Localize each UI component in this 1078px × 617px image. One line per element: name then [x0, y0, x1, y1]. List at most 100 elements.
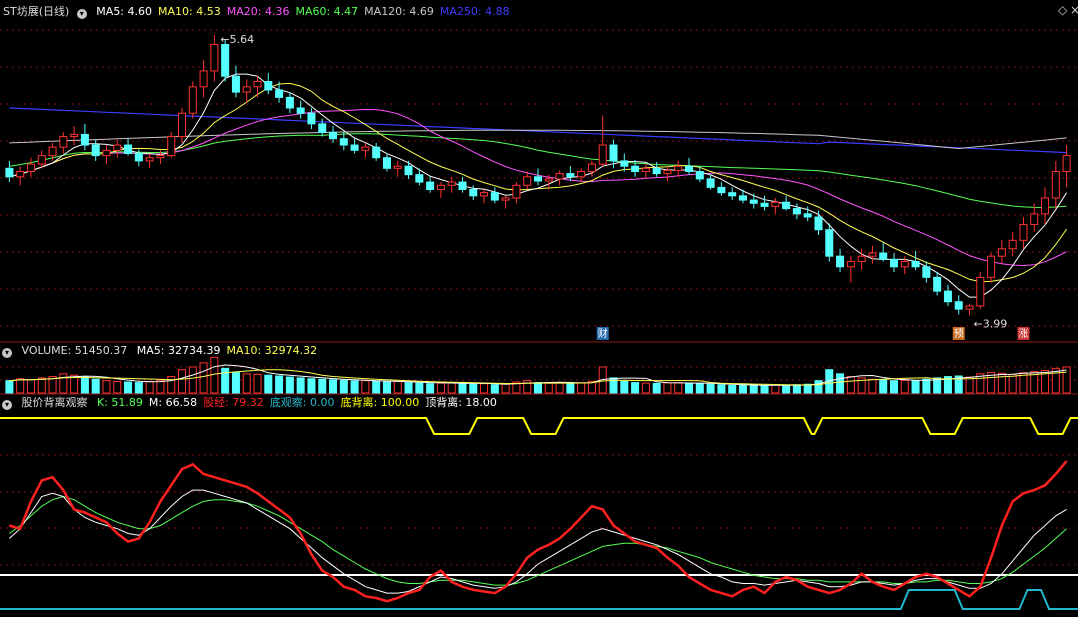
volume-bar — [134, 382, 143, 394]
candle-body — [555, 173, 564, 180]
volume-bar — [350, 380, 359, 394]
volume-bar — [577, 382, 586, 394]
candle-body — [685, 165, 694, 172]
volume-bar — [37, 377, 46, 394]
candle-body — [48, 146, 57, 157]
candle-body — [91, 144, 100, 157]
volume-bar — [846, 376, 855, 394]
candle-body — [5, 167, 14, 178]
stock-trend-line — [9, 460, 1068, 603]
candle-body — [404, 165, 413, 176]
high-price-label: ←5.64 — [220, 33, 254, 46]
candle-body — [188, 86, 197, 114]
volume-bar — [900, 379, 909, 394]
collapse-toggle-icon[interactable]: ▾ — [76, 9, 87, 19]
volume-bar — [965, 376, 974, 394]
ma20-line — [9, 108, 1067, 267]
volume-bar — [16, 378, 25, 394]
ind-legend-item: 底观察: 0.00 — [269, 396, 335, 409]
candle-body — [631, 165, 640, 172]
candle-body — [598, 144, 607, 165]
candle-body — [307, 112, 316, 125]
candle-body — [922, 266, 931, 278]
candle-body — [976, 276, 985, 307]
collapse-toggle-icon[interactable]: ▾ — [2, 400, 12, 410]
candle-body — [1030, 213, 1039, 225]
price-legend-item: MA60: 4.47 — [295, 5, 359, 18]
candle-body — [706, 178, 715, 188]
candle-body — [329, 131, 338, 140]
volume-bar — [458, 382, 467, 394]
candle-body — [857, 255, 866, 262]
volume-bar — [26, 379, 35, 394]
volume-bar — [59, 373, 68, 394]
candle-body — [285, 96, 294, 109]
price-legend-item: MA10: 4.53 — [158, 5, 221, 18]
close-icon[interactable]: × — [1070, 3, 1078, 17]
candle-body — [415, 174, 424, 183]
event-marker-label: 预 — [954, 328, 964, 340]
stock-chart[interactable]: ←5.64 ←3.99 财 预 涨 — [0, 0, 1078, 617]
candle-body — [231, 75, 240, 93]
stock-title: ST坊展(日线) — [3, 5, 70, 18]
candle-body — [242, 86, 251, 93]
candle-body — [361, 146, 370, 151]
candle-body — [814, 216, 823, 231]
candle-body — [900, 260, 909, 268]
ind-legend-item: K: 51.89 — [97, 396, 143, 409]
price-legend-item: MA250: 4.88 — [439, 5, 510, 18]
candle-body — [533, 176, 543, 182]
volume-bar — [836, 373, 845, 394]
diamond-icon[interactable]: ◇ — [1058, 3, 1067, 17]
ind-legend-item: 顶背离: 18.00 — [425, 396, 497, 409]
candle-body — [728, 192, 737, 197]
candle-body — [523, 176, 532, 186]
candle-body — [825, 229, 834, 257]
indicator-legend: ▾ 股价背离观察 K: 51.89 M: 66.58 股经: 79.32 底观察: 0… — [0, 396, 509, 410]
candle-body — [803, 213, 812, 218]
candle-body — [447, 181, 456, 186]
vol-legend-item: MA10: 32974.32 — [226, 344, 318, 357]
volume-bar — [663, 382, 672, 394]
volume-bar — [771, 384, 780, 394]
volume-bar — [814, 380, 823, 394]
candle-body — [879, 252, 888, 260]
collapse-toggle-icon[interactable]: ▾ — [2, 348, 12, 358]
candle-body — [436, 184, 445, 190]
volume-bar — [307, 378, 316, 394]
candle-body — [695, 171, 704, 180]
volume-bar — [415, 382, 424, 394]
volume-bar — [760, 385, 769, 394]
volume-bar — [469, 383, 478, 394]
volume-bar — [361, 380, 370, 394]
bottom-watch-line — [0, 589, 1078, 610]
volume-bar — [372, 380, 381, 394]
volume-bar — [480, 383, 489, 394]
candle-body — [339, 138, 348, 146]
volume-bar — [447, 382, 456, 394]
candle-body — [577, 171, 586, 178]
candle-body — [156, 155, 165, 159]
candle-body — [26, 163, 35, 173]
volume-bar — [1008, 373, 1017, 394]
volume-bar — [566, 382, 575, 394]
volume-bar — [490, 384, 499, 394]
candle-body — [199, 70, 208, 88]
candle-body — [641, 167, 650, 173]
volume-bar — [285, 376, 294, 394]
volume-bar — [792, 384, 801, 394]
volume-bar — [339, 379, 348, 394]
volume-bar — [879, 379, 888, 394]
candle-body — [997, 248, 1006, 257]
volume-bar — [145, 380, 154, 394]
volume-bar — [102, 380, 111, 394]
indicator-title: 股价背离观察 — [21, 396, 88, 409]
volume-bar — [167, 376, 176, 394]
volume-bar — [264, 374, 273, 394]
candle-body — [674, 165, 683, 171]
volume-bar — [221, 367, 230, 394]
candle-body — [943, 290, 952, 303]
ind-legend-item: M: 66.58 — [148, 396, 198, 409]
candle-body — [210, 43, 219, 72]
candle-body — [954, 301, 963, 310]
